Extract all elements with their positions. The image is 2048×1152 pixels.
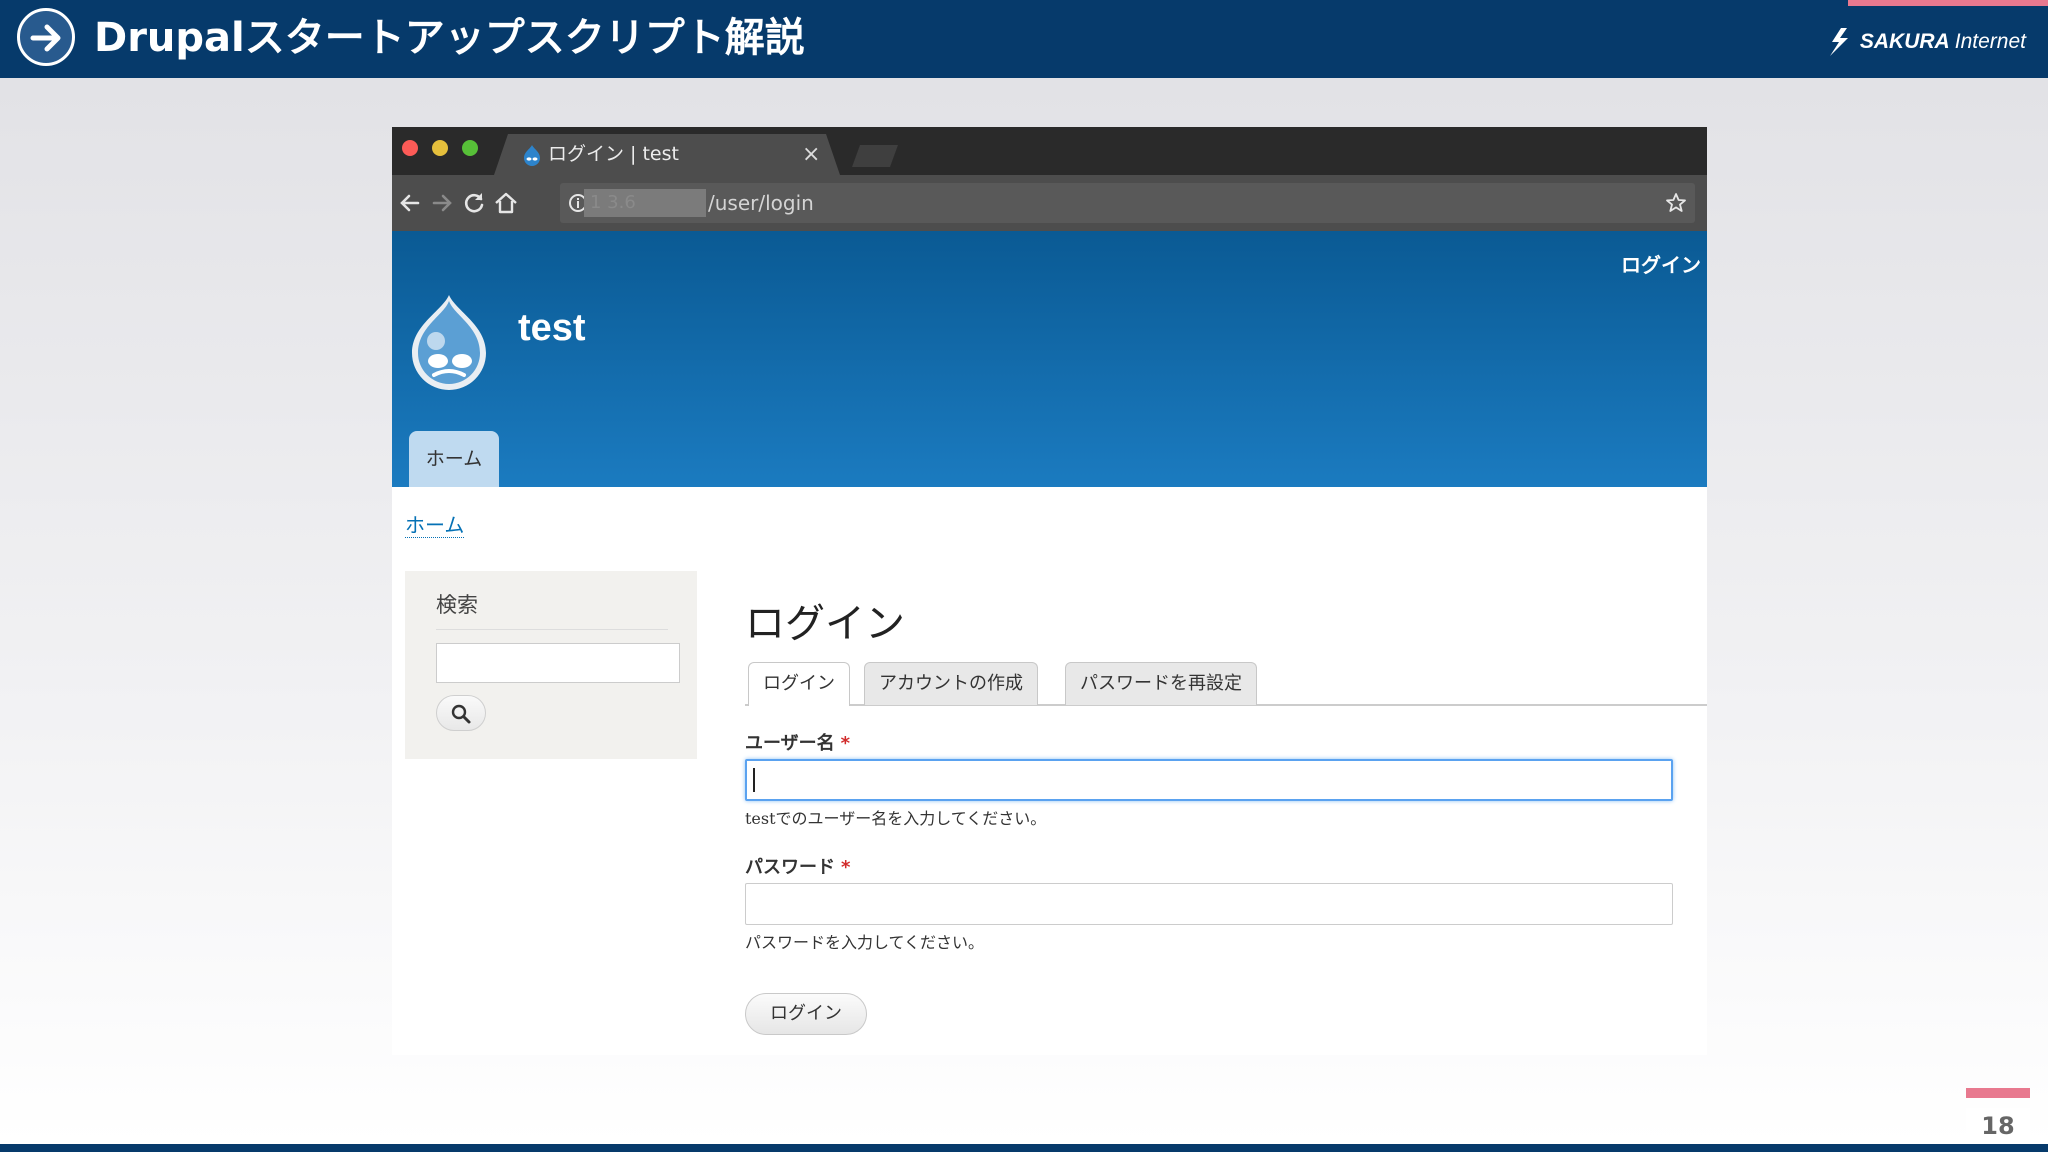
page-marker (1966, 1088, 2030, 1098)
header-login-link[interactable]: ログイン (1621, 249, 1701, 278)
site-header: ログイン test ホーム (392, 231, 1707, 487)
maximize-window-button[interactable] (462, 140, 478, 156)
sakura-logo-text: SAKURA (1859, 30, 1949, 53)
close-window-button[interactable] (402, 140, 418, 156)
search-button[interactable] (436, 695, 486, 731)
password-label-text: パスワード (745, 857, 835, 878)
slide-footer (0, 1144, 2048, 1152)
username-field[interactable] (745, 759, 1673, 801)
drupal-logo-icon[interactable] (404, 291, 494, 391)
nav-home-tab[interactable]: ホーム (409, 431, 499, 487)
url-path: /user/login (708, 191, 814, 215)
breadcrumb-home-link[interactable]: ホーム (405, 513, 465, 538)
tab-close-icon[interactable]: × (802, 134, 820, 175)
tab-reset-password[interactable]: パスワードを再設定 (1065, 662, 1257, 705)
password-label: パスワード * (745, 853, 850, 879)
star-icon[interactable] (1665, 192, 1687, 214)
username-label: ユーザー名 * (745, 729, 850, 755)
password-field[interactable] (745, 883, 1673, 925)
slide-header: Drupalスタートアップスクリプト解説 SAKURA Internet (0, 0, 2048, 78)
page-title: ログイン (745, 601, 905, 647)
required-mark: * (841, 857, 851, 878)
url-host-redacted: 1 3.6 (584, 189, 706, 217)
password-description: パスワードを入力してください。 (745, 933, 985, 952)
tab-title: ログイン | test (548, 143, 679, 165)
page-number: 18 (1966, 1108, 2030, 1144)
browser-window: ログイン | test × 1 3.6 /user/login ログイン tes… (392, 127, 1707, 1055)
drupal-favicon-icon (522, 144, 542, 166)
sakura-logo-icon (1829, 28, 1848, 56)
search-icon (451, 704, 471, 724)
back-icon[interactable] (396, 189, 424, 217)
arrow-right-icon (17, 8, 75, 66)
pink-accent-bar (1848, 0, 2048, 6)
address-bar[interactable]: 1 3.6 /user/login (560, 183, 1695, 223)
new-tab-button[interactable] (852, 145, 898, 167)
minimize-window-button[interactable] (432, 140, 448, 156)
username-description: testでのユーザー名を入力してください。 (745, 809, 1047, 828)
login-submit-button[interactable]: ログイン (745, 993, 867, 1035)
search-block-title: 検索 (436, 589, 668, 630)
username-label-text: ユーザー名 (745, 733, 835, 754)
search-input[interactable] (436, 643, 680, 683)
tab-login[interactable]: ログイン (748, 662, 850, 706)
tab-bar: ログイン | test × (392, 127, 1707, 175)
slide-title: Drupalスタートアップスクリプト解説 (94, 15, 805, 61)
site-name[interactable]: test (518, 307, 586, 350)
sakura-logo: SAKURA Internet (1826, 22, 2026, 62)
required-mark: * (840, 733, 851, 754)
sidebar-search-block: 検索 (405, 571, 697, 759)
sakura-logo-text-2: Internet (1954, 30, 2026, 53)
reload-icon[interactable] (460, 189, 488, 217)
tab-create-account[interactable]: アカウントの作成 (864, 662, 1038, 705)
browser-tab[interactable]: ログイン | test × (494, 134, 840, 175)
forward-icon[interactable] (428, 189, 456, 217)
browser-toolbar: 1 3.6 /user/login (392, 175, 1707, 231)
text-caret (753, 768, 755, 792)
home-icon[interactable] (492, 189, 520, 217)
